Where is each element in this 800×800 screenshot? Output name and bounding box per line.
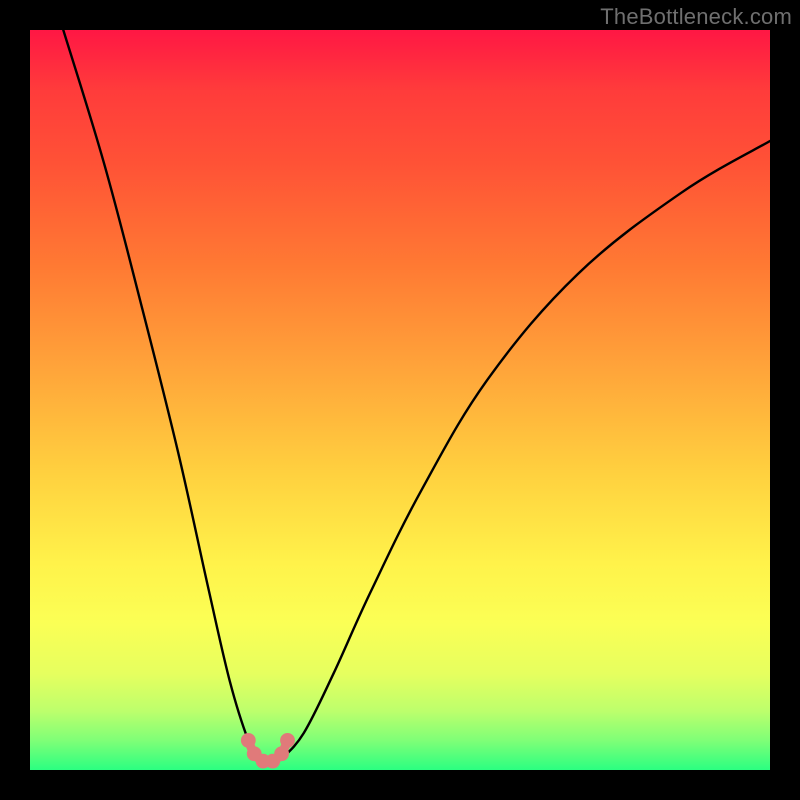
- bead: [274, 746, 289, 761]
- watermark-text: TheBottleneck.com: [600, 4, 792, 30]
- curves-svg: [30, 30, 770, 770]
- bead: [241, 733, 256, 748]
- left-curve: [63, 30, 259, 759]
- u-minimum-beads: [241, 733, 295, 769]
- chart-frame: TheBottleneck.com: [0, 0, 800, 800]
- plot-area: [30, 30, 770, 770]
- right-curve: [282, 141, 770, 759]
- bead: [280, 733, 295, 748]
